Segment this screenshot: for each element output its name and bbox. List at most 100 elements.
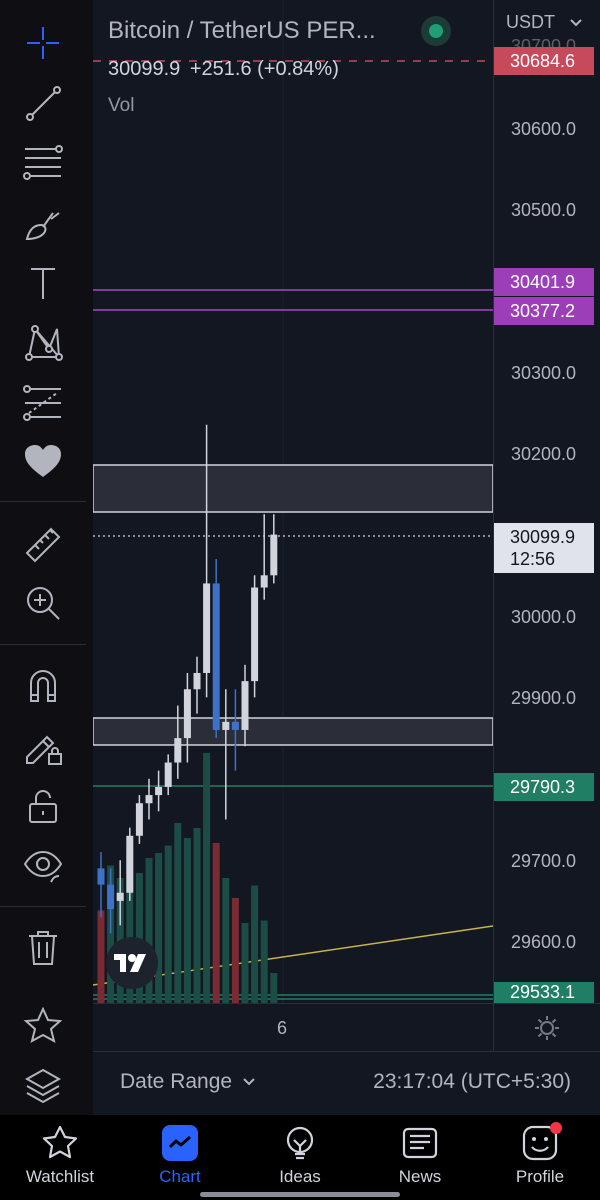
price-change: +251.6 (+0.84%): [189, 58, 339, 80]
favorites-button[interactable]: [18, 436, 68, 486]
time-tick: 6: [277, 1018, 288, 1038]
candle-body: [183, 689, 191, 739]
chevron-down-icon: [243, 1078, 255, 1086]
volume-bar: [203, 753, 211, 1003]
candle[interactable]: [193, 656, 201, 714]
support-zone[interactable]: [93, 717, 493, 746]
date-range-button[interactable]: Date Range: [120, 1070, 256, 1094]
volume-bar: [193, 828, 201, 1003]
toolbar-group-measure: [0, 502, 86, 645]
candle-body: [116, 892, 124, 901]
candle-countdown: 12:56: [510, 549, 556, 569]
hide-drawings-button[interactable]: [18, 841, 68, 891]
bottom-navigation: Watchlist Chart Ideas News Profile: [0, 1115, 600, 1200]
remove-drawings-button[interactable]: [18, 923, 68, 973]
tab-ideas[interactable]: Ideas: [240, 1115, 360, 1200]
volume-bar: [251, 885, 259, 1003]
unlock-drawings-button[interactable]: [18, 781, 68, 831]
candle[interactable]: [212, 559, 220, 739]
volume-bar: [270, 973, 278, 1003]
price-tick: 30300.0: [511, 363, 577, 383]
drawing-toolbar: [0, 0, 86, 1115]
ruler-tool-button[interactable]: [18, 518, 68, 568]
zoom-in-button[interactable]: [18, 578, 68, 628]
candle[interactable]: [145, 778, 153, 820]
chart-settings-button[interactable]: [493, 1004, 600, 1051]
candle[interactable]: [231, 689, 239, 771]
pattern-tool-button[interactable]: [18, 318, 68, 368]
magnet-mode-button[interactable]: [18, 660, 68, 710]
candle[interactable]: [222, 689, 230, 820]
candle-body: [107, 884, 115, 910]
candle[interactable]: [126, 827, 134, 901]
timezone-clock[interactable]: 23:17:04 (UTC+5:30): [373, 1070, 571, 1094]
green-level-badge-2[interactable]: 29533.1: [494, 982, 594, 1003]
last-price: 30099.9: [108, 58, 181, 80]
alert-price-badge[interactable]: 30684.6: [494, 47, 594, 75]
chart-legend[interactable]: Bitcoin / TetherUS PER... 30099.9 +251.6…: [108, 16, 488, 117]
candle-body: [193, 672, 201, 690]
candle-body: [164, 762, 172, 787]
prediction-icon: [23, 385, 61, 421]
tab-news[interactable]: News: [360, 1115, 480, 1200]
lock-drawing-button[interactable]: [18, 720, 68, 770]
candle[interactable]: [135, 795, 143, 844]
prediction-tool-button[interactable]: [18, 378, 68, 428]
lock-drawing-icon: [26, 735, 62, 765]
crosshair-icon: [27, 27, 59, 59]
tab-watchlist[interactable]: Watchlist: [0, 1115, 120, 1200]
text-tool-button[interactable]: [18, 258, 68, 308]
candle-body: [241, 681, 249, 730]
green-level-badge-1[interactable]: 29790.3: [494, 773, 594, 801]
tradingview-logo-icon: [114, 954, 146, 972]
candle[interactable]: [155, 770, 163, 812]
symbol-title[interactable]: Bitcoin / TetherUS PER...: [108, 17, 376, 45]
zoom-in-icon: [27, 587, 60, 620]
crosshair-tool-button[interactable]: [18, 18, 68, 68]
trash-icon: [29, 931, 57, 965]
candle-body: [97, 868, 105, 885]
resistance-zone[interactable]: [93, 464, 493, 513]
volume-bar: [260, 920, 268, 1003]
tab-label: Ideas: [279, 1167, 321, 1186]
volume-bar: [155, 853, 163, 1003]
magnet-icon: [30, 670, 56, 702]
candle[interactable]: [183, 672, 191, 763]
layers-icon: [24, 1068, 62, 1104]
candle[interactable]: [260, 514, 268, 600]
lightbulb-icon: [286, 1126, 314, 1160]
price-tick: 29600.0: [511, 932, 577, 952]
trend-line-tool-button[interactable]: [18, 78, 68, 128]
price-axis[interactable]: USDT 30700.0 30684.6 30600.0 30500.0 304…: [493, 0, 600, 1003]
candle[interactable]: [174, 705, 182, 779]
ruler-icon: [25, 527, 61, 563]
brush-tool-button[interactable]: [18, 198, 68, 248]
current-price-badge[interactable]: 30099.9 12:56: [494, 523, 594, 573]
candle-body: [135, 803, 143, 836]
candle-body: [145, 795, 153, 804]
candlestick-chart[interactable]: [93, 0, 493, 1003]
currency-selector[interactable]: USDT: [506, 12, 583, 33]
toolbar-group-remove: [0, 907, 86, 1115]
fib-levels-icon: [23, 145, 63, 180]
volume-bar: [231, 898, 239, 1003]
tradingview-logo[interactable]: [106, 937, 158, 989]
tab-chart[interactable]: Chart: [120, 1115, 240, 1200]
gear-icon: [535, 1015, 559, 1040]
object-tree-button[interactable]: [18, 1061, 68, 1111]
watchlist-star-button[interactable]: [18, 1001, 68, 1051]
purple-level-badge-2[interactable]: 30377.2: [494, 297, 594, 325]
eye-icon: [23, 850, 63, 883]
candle[interactable]: [270, 514, 278, 584]
purple-level-badge-1[interactable]: 30401.9: [494, 268, 594, 296]
candle[interactable]: [251, 575, 259, 698]
tab-profile[interactable]: Profile: [480, 1115, 600, 1200]
candle[interactable]: [164, 754, 172, 796]
chart-pane[interactable]: Bitcoin / TetherUS PER... 30099.9 +251.6…: [93, 0, 493, 1003]
candle[interactable]: [97, 852, 105, 918]
unlock-icon: [29, 790, 57, 823]
time-axis[interactable]: 6: [93, 1003, 600, 1051]
fib-levels-tool-button[interactable]: [18, 138, 68, 188]
price-tick: 29900.0: [511, 688, 577, 708]
star-icon: [42, 1125, 78, 1159]
